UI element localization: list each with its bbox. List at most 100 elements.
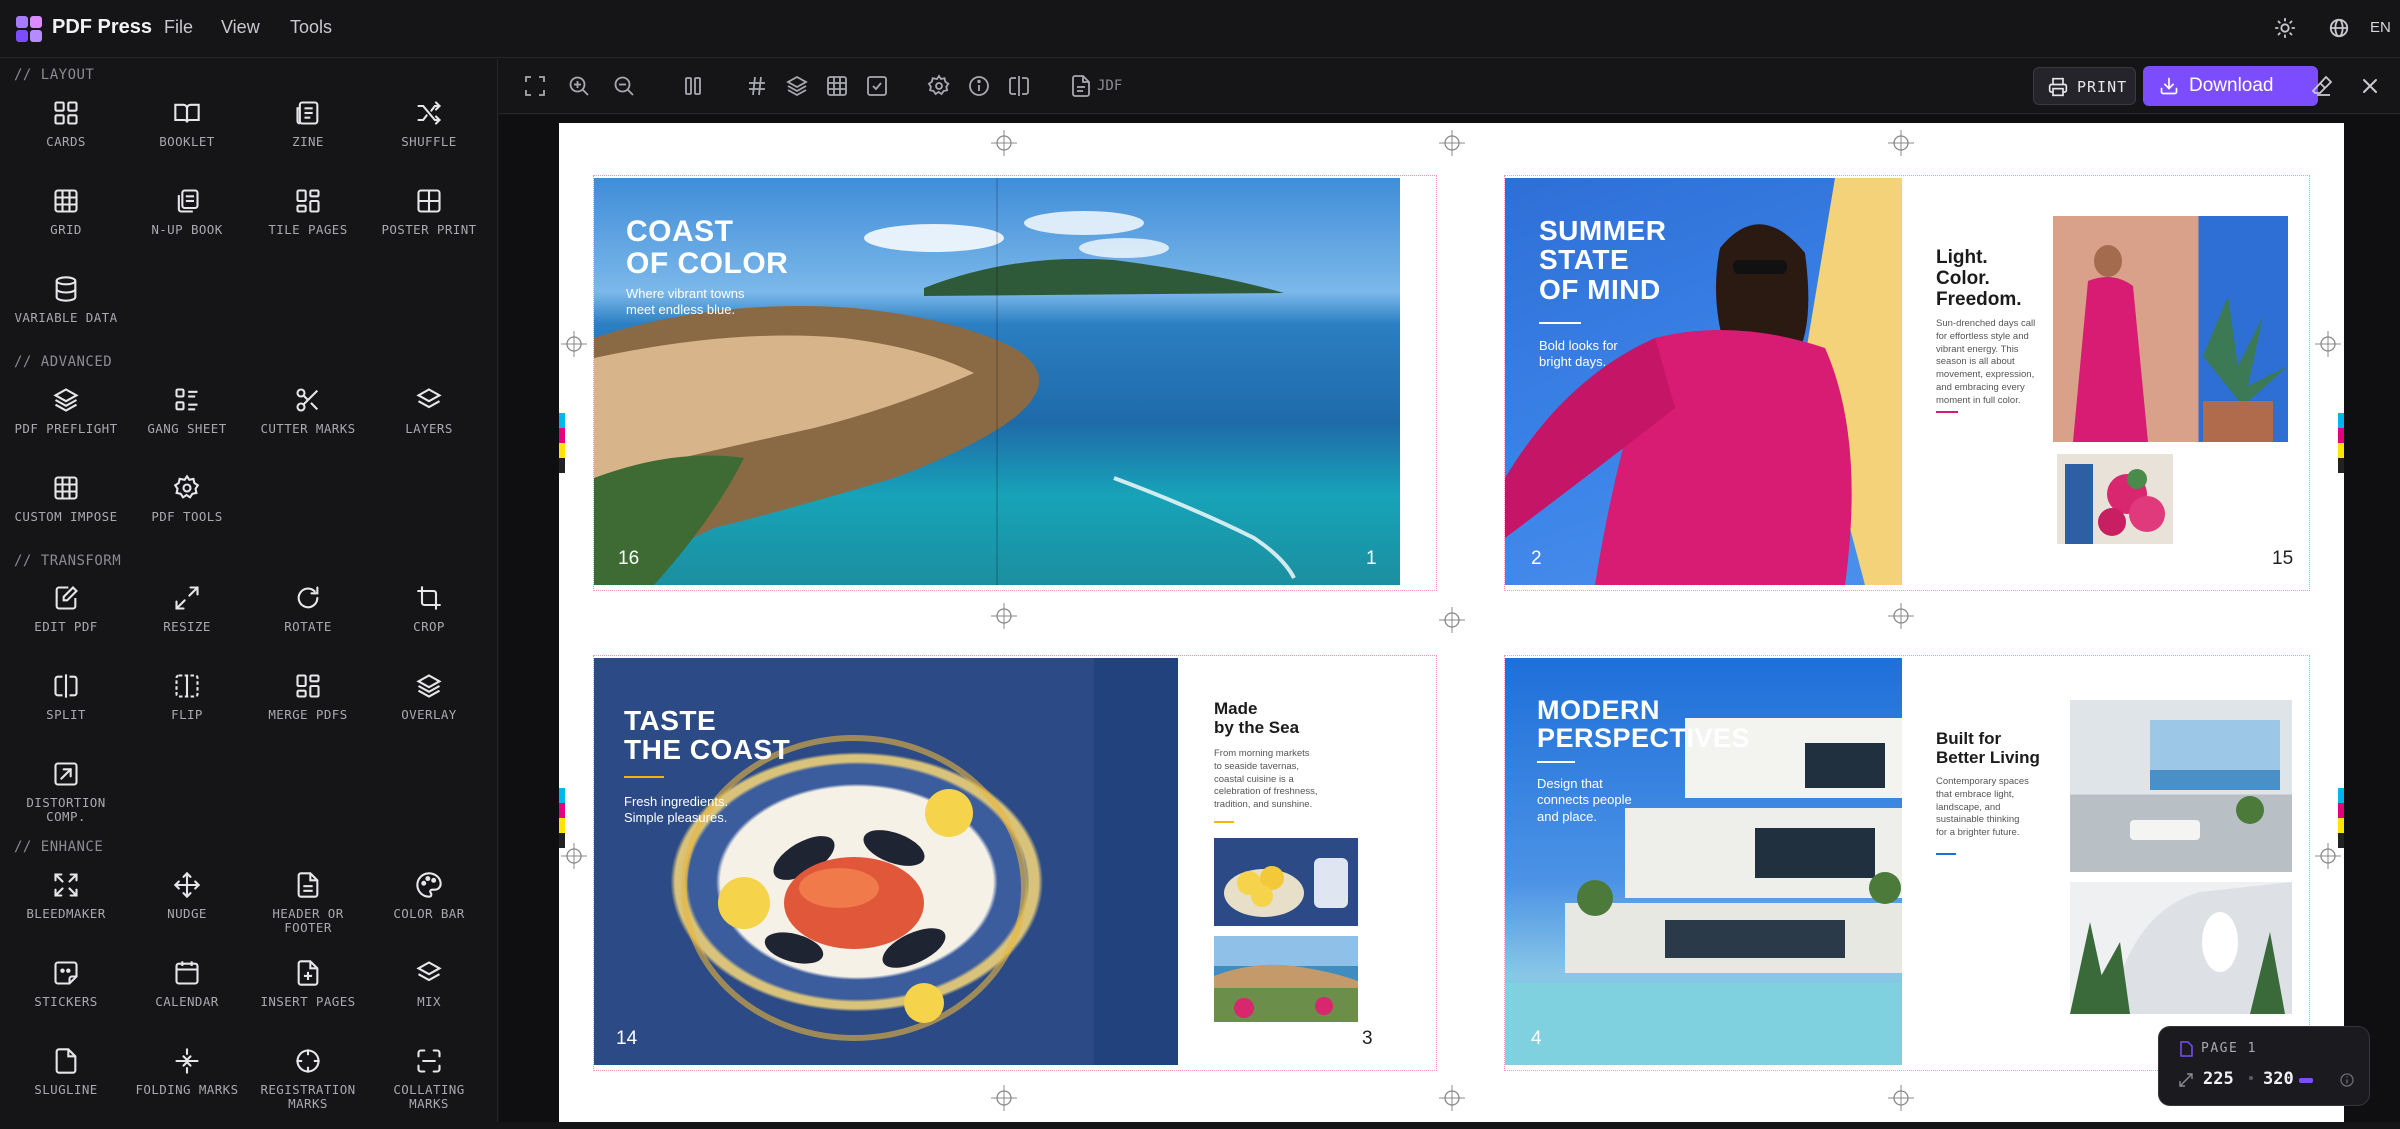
info-icon[interactable] <box>967 74 991 98</box>
tool-poster-print[interactable]: POSTER PRINT <box>369 187 489 269</box>
eraser-icon[interactable] <box>2310 74 2334 98</box>
harbor-photo-illustration <box>1214 964 1358 1018</box>
tool-crop[interactable]: CROP <box>369 584 489 666</box>
modern-right-body: Contemporary spaces that embrace light, … <box>1936 776 2029 840</box>
tool-pdf-tools[interactable]: PDF TOOLS <box>127 474 247 556</box>
tool-label: PDF PREFLIGHT <box>14 421 118 436</box>
tool-calendar[interactable]: CALENDAR <box>127 959 247 1041</box>
tool-n-up-book[interactable]: N-UP BOOK <box>127 187 247 269</box>
zoom-out-icon[interactable] <box>612 74 636 98</box>
jdf-file-icon[interactable] <box>1069 74 1093 98</box>
tool-edit-pdf[interactable]: EDIT PDF <box>6 584 126 666</box>
hash-icon[interactable] <box>745 74 769 98</box>
print-button[interactable]: PRINT <box>2033 67 2136 105</box>
table-icon[interactable] <box>825 74 849 98</box>
tool-booklet[interactable]: BOOKLET <box>127 99 247 181</box>
tool-merge-pdfs[interactable]: MERGE PDFS <box>248 672 368 754</box>
accent-line <box>1539 322 1581 324</box>
tool-split[interactable]: SPLIT <box>6 672 126 754</box>
expand-icon <box>54 873 78 897</box>
tool-label: FOLDING MARKS <box>135 1082 239 1097</box>
sun-icon[interactable] <box>2274 17 2296 39</box>
language-selector[interactable]: EN <box>2370 19 2391 36</box>
zoom-in-icon[interactable] <box>567 74 591 98</box>
download-button[interactable]: Download <box>2143 66 2318 106</box>
fit-screen-icon[interactable] <box>523 74 547 98</box>
tool-stickers[interactable]: STICKERS <box>6 959 126 1041</box>
layers-icon[interactable] <box>785 74 809 98</box>
checkbox-icon[interactable] <box>865 74 889 98</box>
jdf-button[interactable]: JDF <box>1097 78 1122 94</box>
menu-tools[interactable]: Tools <box>290 17 332 38</box>
tool-overlay[interactable]: OVERLAY <box>369 672 489 754</box>
tool-cards[interactable]: CARDS <box>6 99 126 181</box>
section-title-layout: // LAYOUT <box>14 67 95 83</box>
title-line: MODERN <box>1537 695 1660 725</box>
tool-pdf-preflight[interactable]: PDF PREFLIGHT <box>6 386 126 468</box>
printer-icon <box>2048 77 2068 97</box>
tool-flip[interactable]: FLIP <box>127 672 247 754</box>
menu-view[interactable]: View <box>221 17 260 38</box>
close-icon[interactable] <box>2358 74 2382 98</box>
tool-cutter-marks[interactable]: CUTTER MARKS <box>248 386 368 468</box>
tool-label: MERGE PDFS <box>268 707 348 722</box>
tool-grid[interactable]: GRID <box>6 187 126 269</box>
spread-taste-right-page[interactable]: Made by the Sea From morning markets to s… <box>1178 658 1400 1065</box>
tool-label: GANG SHEET <box>147 421 227 436</box>
spread-summer-left-image[interactable]: SUMMER STATE OF MIND Bold looks for bright … <box>1505 178 1902 585</box>
tool-rotate[interactable]: ROTATE <box>248 584 368 666</box>
tool-resize[interactable]: RESIZE <box>127 584 247 666</box>
file-plus-icon <box>297 960 319 986</box>
spread-view-icon[interactable] <box>681 74 705 98</box>
page-label: PAGE 1 <box>2201 1041 2257 1056</box>
tool-label: INSERT PAGES <box>260 994 356 1009</box>
layers-check-icon <box>53 388 79 412</box>
tool-mix[interactable]: MIX <box>369 959 489 1041</box>
tool-zine[interactable]: ZINE <box>248 99 368 181</box>
photo-architecture <box>2070 882 2292 1014</box>
spread-summer-right-page[interactable]: Light. Color. Freedom. Sun-drenched days c… <box>1902 178 2309 585</box>
taste-title: TASTE THE COAST <box>624 706 790 765</box>
spread-modern-left-image[interactable]: MODERN PERSPECTIVES Design that connects p… <box>1505 658 1902 1065</box>
menu-file[interactable]: File <box>164 17 193 38</box>
taste-right-body: From morning markets to seaside tavernas… <box>1214 748 1318 812</box>
tool-insert-pages[interactable]: INSERT PAGES <box>248 959 368 1041</box>
tool-slugline[interactable]: SLUGLINE <box>6 1047 126 1129</box>
tool-variable-data[interactable]: VARIABLE DATA <box>6 275 126 357</box>
subtitle-line: Bold looks for <box>1539 338 1618 353</box>
globe-icon[interactable] <box>2328 17 2350 39</box>
tool-layers[interactable]: LAYERS <box>369 386 489 468</box>
tool-label: STICKERS <box>34 994 98 1009</box>
page-number: 15 <box>2272 548 2294 569</box>
tool-distortion-comp[interactable]: DISTORTION COMP. <box>6 760 126 850</box>
sticker-icon <box>54 961 78 985</box>
tool-registration-marks[interactable]: REGISTRATION MARKS <box>248 1047 368 1129</box>
tool-header-or-footer[interactable]: HEADER OR FOOTER <box>248 871 368 953</box>
tool-shuffle[interactable]: SHUFFLE <box>369 99 489 181</box>
tool-label: CUTTER MARKS <box>260 421 356 436</box>
tool-custom-impose[interactable]: CUSTOM IMPOSE <box>6 474 126 556</box>
tool-color-bar[interactable]: COLOR BAR <box>369 871 489 953</box>
photo-flowers <box>2053 450 2177 548</box>
spread-taste-left-image[interactable]: TASTE THE COAST Fresh ingredients. Simple … <box>594 658 1178 1065</box>
page-number: 16 <box>618 548 640 569</box>
tool-gang-sheet[interactable]: GANG SHEET <box>127 386 247 468</box>
color-bar-left-bottom <box>559 788 565 848</box>
tool-folding-marks[interactable]: FOLDING MARKS <box>127 1047 247 1129</box>
registration-mark-icon <box>1439 607 1465 633</box>
settings-icon[interactable] <box>927 74 951 98</box>
tool-collating-marks[interactable]: COLLATING MARKS <box>369 1047 489 1129</box>
tool-bleedmaker[interactable]: BLEEDMAKER <box>6 871 126 953</box>
tool-tile-pages[interactable]: TILE PAGES <box>248 187 368 269</box>
photo-interior <box>2070 700 2292 872</box>
title-line: THE COAST <box>624 734 791 766</box>
split-view-icon[interactable] <box>1007 74 1031 98</box>
imposition-canvas[interactable]: COAST OF COLOR Where vibrant towns meet en… <box>499 115 2400 1122</box>
spread-coast-image[interactable]: COAST OF COLOR Where vibrant towns meet en… <box>594 178 1400 585</box>
title-line: Color. <box>1936 267 1990 289</box>
info-icon[interactable] <box>2339 1072 2355 1088</box>
tool-label: CARDS <box>46 134 86 149</box>
tool-nudge[interactable]: NUDGE <box>127 871 247 953</box>
spread-modern-right-page[interactable]: Built for Better Living Contemporary spac… <box>1902 658 2309 1065</box>
page-info-widget[interactable]: PAGE 1 225 320 <box>2158 1026 2370 1106</box>
